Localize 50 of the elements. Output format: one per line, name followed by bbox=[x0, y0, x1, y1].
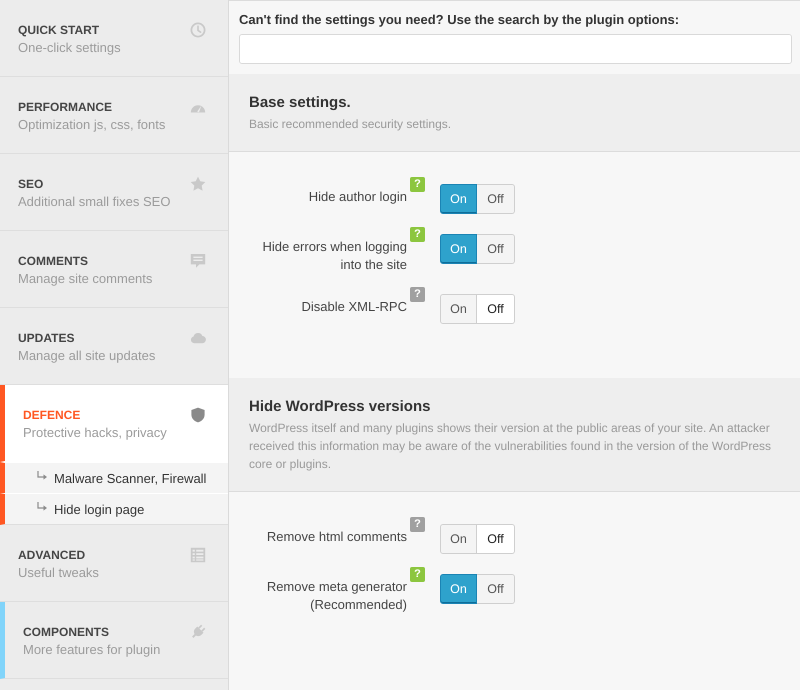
sidebar-item-subtitle: More features for plugin bbox=[23, 641, 160, 659]
sidebar-item-title: ADVANCED bbox=[18, 547, 86, 563]
corner-arrow-icon bbox=[37, 502, 47, 510]
sidebar-item[interactable]: SEO Additional small fixes SEO bbox=[0, 154, 228, 231]
section-description: Basic recommended security settings. bbox=[249, 116, 452, 133]
setting-label: Remove html comments bbox=[266, 528, 407, 546]
toggle-option[interactable]: Off bbox=[477, 184, 515, 214]
list-icon bbox=[190, 547, 206, 563]
sidebar-item-title: QUICK START bbox=[18, 22, 100, 38]
plug-icon bbox=[190, 624, 206, 640]
toggle-option[interactable]: On bbox=[440, 524, 477, 554]
submenu-item[interactable]: Hide login page bbox=[0, 493, 228, 525]
sidebar-item[interactable]: ADVANCED Useful tweaks bbox=[0, 525, 228, 602]
sidebar-item-subtitle: Manage site comments bbox=[18, 270, 152, 288]
sidebar-item-title: PERFORMANCE bbox=[18, 99, 114, 115]
star-icon bbox=[190, 176, 206, 192]
sidebar-item-subtitle: One-click settings bbox=[18, 39, 121, 57]
setting-label: Hide errors when logging into the site bbox=[261, 238, 407, 274]
sidebar-item[interactable]: PERFORMANCE Optimization js, css, fonts bbox=[0, 77, 228, 154]
section-description: WordPress itself and many plugins shows their version at the public areas of your site. An attacker received this information may be aware of the vulnerabilities found in the version of the WordPress core or plugins. bbox=[249, 420, 772, 473]
sidebar-item-title: SEO bbox=[18, 176, 44, 192]
sidebar-item-title: UPDATES bbox=[18, 330, 76, 346]
cloud-icon bbox=[190, 330, 206, 346]
sidebar-item-subtitle: Optimization js, css, fonts bbox=[18, 116, 166, 134]
sidebar-item[interactable]: QUICK START One-click settings bbox=[0, 0, 228, 77]
shield-icon bbox=[190, 407, 206, 423]
corner-arrow-icon bbox=[37, 470, 47, 480]
search-label: Can't find the settings you need? Use the search by the plugin options: bbox=[239, 11, 680, 29]
search-field[interactable] bbox=[239, 34, 792, 64]
sidebar-item-subtitle: Additional small fixes SEO bbox=[18, 193, 170, 211]
toggle-option[interactable]: Off bbox=[477, 294, 515, 324]
toggle-option[interactable]: On bbox=[440, 294, 477, 324]
submenu-item[interactable]: Malware Scanner, Firewall bbox=[0, 462, 228, 493]
setting-label: Disable XML-RPC bbox=[300, 298, 407, 316]
sidebar-item-subtitle: Manage all site updates bbox=[18, 347, 156, 365]
sidebar-item-subtitle: Useful tweaks bbox=[18, 564, 99, 582]
sidebar-item-title: COMMENTS bbox=[18, 253, 89, 269]
comment-icon bbox=[190, 253, 206, 269]
section-title: Hide WordPress versions bbox=[249, 397, 432, 417]
sidebar-item[interactable]: COMMENTS Manage site comments bbox=[0, 231, 228, 308]
sidebar-item-title: DEFENCE bbox=[23, 407, 82, 423]
sidebar-item-title: COMPONENTS bbox=[23, 624, 110, 640]
toggle-option[interactable]: Off bbox=[477, 234, 515, 264]
clock-icon bbox=[190, 22, 206, 38]
sidebar-item-subtitle: Protective hacks, privacy bbox=[23, 424, 167, 442]
setting-label: Hide author login bbox=[308, 188, 407, 206]
section-title: Base settings. bbox=[249, 93, 352, 113]
toggle-option[interactable]: Off bbox=[477, 574, 515, 604]
setting-label: Remove meta generator (Recommended) bbox=[266, 578, 407, 614]
toggle-option[interactable]: Off bbox=[477, 524, 515, 554]
